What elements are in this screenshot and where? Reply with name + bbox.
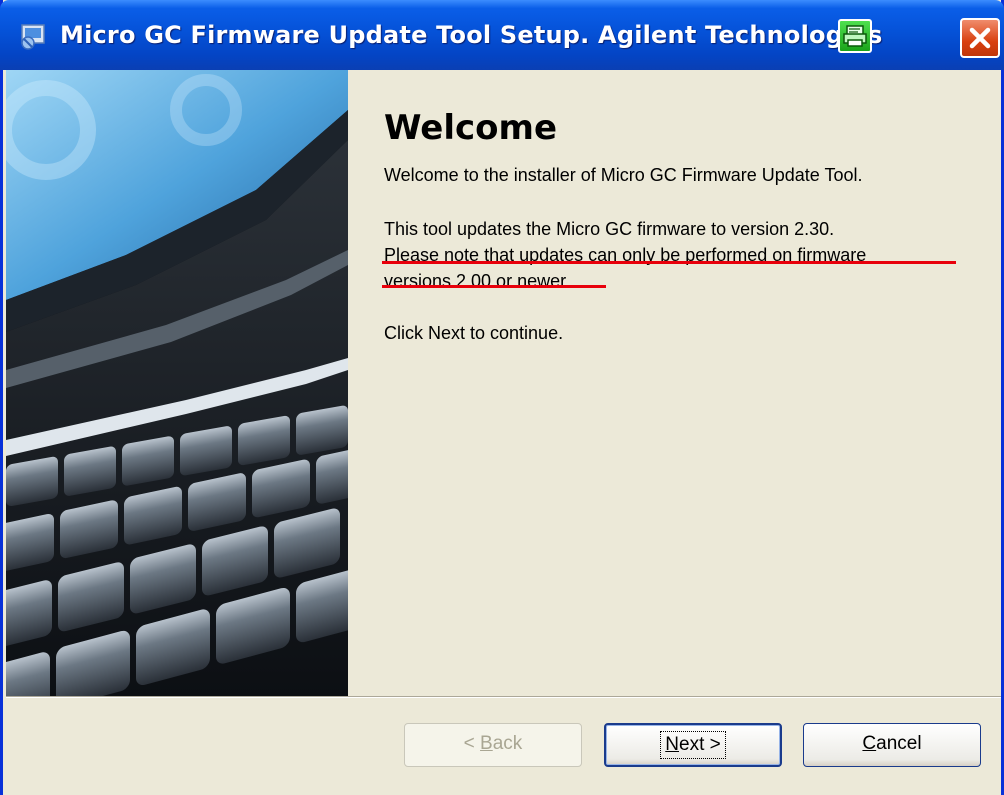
cancel-button[interactable]: Cancel [803,723,981,767]
intro-text: Welcome to the installer of Micro GC Fir… [384,165,863,185]
annotation-underline-1 [382,261,956,264]
next-button[interactable]: Next > [604,723,782,767]
back-button-accel: B [480,733,493,754]
next-button-accel: N [665,734,679,755]
cancel-button-rest: ancel [876,733,922,754]
annotation-underline-2 [382,285,606,288]
version-text: This tool updates the Micro GC firmware … [384,219,835,239]
laptop-keyboard-image [6,70,348,696]
back-button-prefix: < [463,733,481,754]
back-button[interactable]: < Back [404,723,582,767]
window-title: Micro GC Firmware Update Tool Setup. Agi… [60,21,883,49]
installer-icon [21,24,45,50]
title-bar[interactable]: Micro GC Firmware Update Tool Setup. Agi… [0,0,1004,70]
page-heading: Welcome [384,108,558,148]
back-button-rest: ack [492,733,523,754]
continue-text: Click Next to continue. [384,323,564,343]
next-button-rest: ext > [679,734,721,755]
next-button-label: Next > [660,731,726,759]
note-text-line2: versions 2.00 or newer. [384,271,571,291]
green-printer-icon[interactable] [838,19,872,53]
button-bar: < Back Next > Cancel [6,698,1001,795]
welcome-panel: Welcome Welcome to the installer of Micr… [348,70,1001,696]
close-icon [969,27,991,49]
installer-window: Micro GC Firmware Update Tool Setup. Agi… [0,0,1004,795]
note-text-line1: Please note that updates can only be per… [384,245,867,265]
close-button[interactable] [960,18,1000,58]
cancel-button-accel: C [862,733,877,754]
